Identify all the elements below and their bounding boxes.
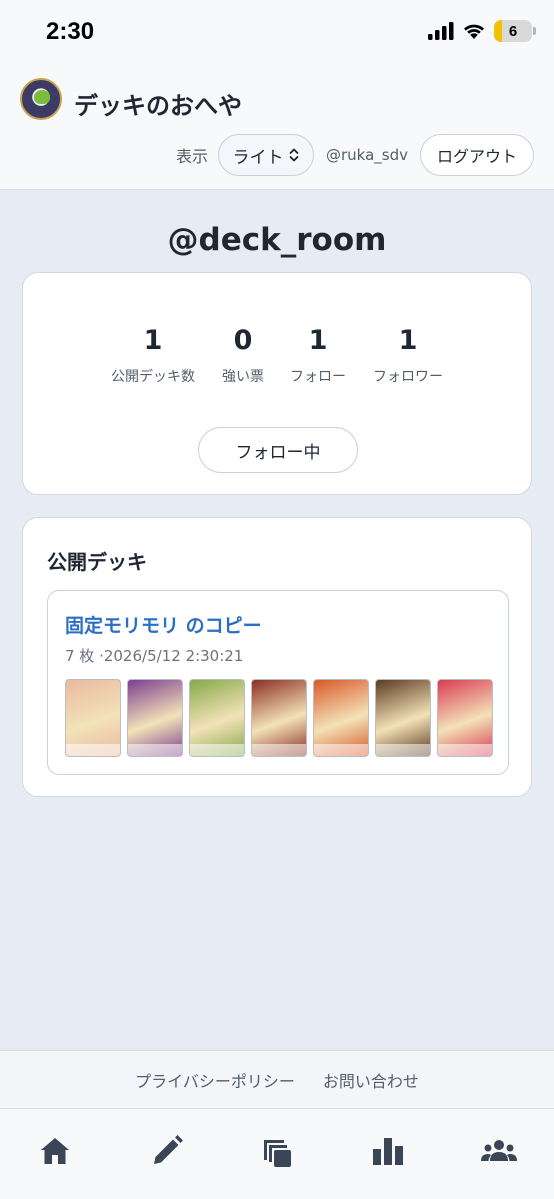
stat-label: フォロワー: [373, 369, 443, 385]
profile-handle: @deck_room: [167, 222, 387, 258]
stat-followers[interactable]: 1 フォロワー: [353, 325, 463, 386]
profile-stats-card: 1 公開デッキ数 0 強い票 1 フォロー 1 フォロワー フォロー中: [22, 272, 532, 495]
theme-label: 表示: [175, 147, 208, 166]
card-thumbnail[interactable]: [189, 679, 245, 757]
home-icon: [41, 1138, 69, 1164]
card-thumbnail[interactable]: [251, 679, 307, 757]
chevron-up-down-icon: [290, 148, 299, 162]
bottom-tab-bar: [0, 1108, 554, 1199]
current-username: @ruka_sdv: [325, 146, 408, 164]
follow-button[interactable]: フォロー中: [198, 427, 358, 473]
status-icons: 6: [428, 20, 536, 42]
tab-home[interactable]: [25, 1131, 85, 1179]
battery-indicator: 6: [494, 20, 536, 42]
card-thumbnail[interactable]: [313, 679, 369, 757]
wifi-icon: [464, 24, 484, 39]
public-decks-card: 公開デッキ 固定モリモリ のコピー 7 枚 ·2026/5/12 2:30:21: [22, 517, 532, 797]
logout-button[interactable]: ログアウト: [420, 134, 534, 176]
card-thumbnail[interactable]: [437, 679, 493, 757]
deck-list-item[interactable]: 固定モリモリ のコピー 7 枚 ·2026/5/12 2:30:21: [47, 590, 509, 775]
card-thumbnail[interactable]: [127, 679, 183, 757]
tab-community[interactable]: [469, 1131, 529, 1179]
stat-value: 1: [398, 325, 418, 356]
contact-link[interactable]: お問い合わせ: [323, 1068, 419, 1092]
app-logo[interactable]: [20, 78, 62, 120]
privacy-policy-link[interactable]: プライバシーポリシー: [135, 1068, 295, 1092]
app-title[interactable]: デッキのおへや: [74, 86, 242, 121]
deck-name-link[interactable]: 固定モリモリ のコピー: [65, 611, 262, 638]
section-title: 公開デッキ: [47, 550, 147, 574]
status-time: 2:30: [46, 18, 95, 45]
tab-decks[interactable]: [247, 1131, 307, 1179]
app-header: デッキのおへや 表示 ライト @ruka_sdv ログアウト: [0, 64, 554, 190]
deck-meta: 7 枚 ·2026/5/12 2:30:21: [65, 647, 244, 665]
tab-stats[interactable]: [358, 1131, 418, 1179]
decks-icon: [264, 1140, 291, 1167]
edit-icon: [154, 1135, 183, 1164]
community-icon: [481, 1140, 517, 1161]
footer: プライバシーポリシー お問い合わせ: [0, 1050, 554, 1108]
card-thumbnail[interactable]: [65, 679, 121, 757]
tab-edit[interactable]: [137, 1131, 197, 1179]
theme-select[interactable]: ライト: [217, 134, 314, 176]
stats-icon: [373, 1138, 403, 1165]
header-controls: 表示 ライト @ruka_sdv ログアウト: [176, 134, 534, 176]
theme-select-value: ライト: [232, 147, 284, 168]
signal-icon: [428, 22, 454, 40]
deck-card-thumbnails: [65, 679, 493, 757]
card-thumbnail[interactable]: [375, 679, 431, 757]
status-bar: 2:30 6: [0, 0, 554, 64]
